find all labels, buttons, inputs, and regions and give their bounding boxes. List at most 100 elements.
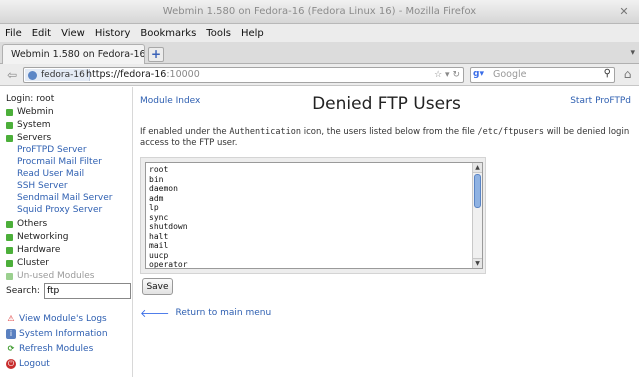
category-hardware[interactable]: Hardware <box>6 245 60 255</box>
return-label: Return to main menu <box>175 308 272 318</box>
url-dropdown-chevron-down-icon[interactable]: ▾ <box>445 70 450 80</box>
category-bullet-icon <box>6 259 13 267</box>
tab-strip: Webmin 1.580 on Fedora-16 (F... + ▾ <box>0 42 639 64</box>
category-servers[interactable]: Servers <box>6 133 51 143</box>
action-label: System Information <box>19 329 108 339</box>
url-port: :10000 <box>166 69 200 80</box>
category-label: Hardware <box>17 245 61 255</box>
menu-file[interactable]: File <box>5 28 22 39</box>
menu-tools[interactable]: Tools <box>206 28 231 39</box>
left-arrow-icon: 🡐 <box>140 307 170 320</box>
menu-view[interactable]: View <box>61 28 85 39</box>
logout-link[interactable]: ⏻ Logout <box>6 359 50 369</box>
module-link-read-user-mail[interactable]: Read User Mail <box>17 169 84 179</box>
url-text: https://fedora-16:10000 <box>86 68 200 82</box>
category-unused-modules[interactable]: Un-used Modules <box>6 271 94 281</box>
tab-title: Webmin 1.580 on Fedora-16 (F... <box>11 49 145 60</box>
close-window-icon[interactable]: ✕ <box>617 5 631 19</box>
window-title: Webmin 1.580 on Fedora-16 (Fedora Linux … <box>162 6 477 17</box>
category-bullet-icon <box>6 233 13 241</box>
module-link-proftpd[interactable]: ProFTPD Server <box>17 145 87 155</box>
category-label: Cluster <box>17 258 49 268</box>
search-bar[interactable]: g▾ Google ⚲ <box>470 67 615 83</box>
reload-icon[interactable]: ↻ <box>452 70 460 80</box>
textarea-scrollbar[interactable]: ▲ ▼ <box>472 163 482 268</box>
info-icon: i <box>6 329 16 339</box>
action-label: View Module's Logs <box>19 314 107 324</box>
category-bullet-icon <box>6 121 13 129</box>
scroll-up-icon[interactable]: ▲ <box>473 163 482 173</box>
warning-icon: ⚠ <box>7 314 15 323</box>
back-arrow-icon[interactable]: ⇦ <box>4 67 20 83</box>
refresh-icon: ⟳ <box>7 344 15 353</box>
module-link-sendmail[interactable]: Sendmail Mail Server <box>17 193 112 203</box>
desc-part-1: If enabled under the <box>140 127 230 137</box>
url-host: https://fedora-16 <box>86 69 167 80</box>
action-label: Logout <box>19 359 50 369</box>
search-placeholder: Google <box>493 69 527 80</box>
module-search-input[interactable] <box>43 283 131 299</box>
main-content: Denied FTP Users Module Index Start ProF… <box>134 87 639 377</box>
module-link-procmail[interactable]: Procmail Mail Filter <box>17 157 102 167</box>
action-label: Refresh Modules <box>19 344 94 354</box>
url-bar[interactable]: fedora-16 https://fedora-16:10000 ☆ ▾ ↻ <box>23 67 464 83</box>
tab-webmin[interactable]: Webmin 1.580 on Fedora-16 (F... <box>2 44 145 64</box>
category-label: Networking <box>17 232 69 242</box>
category-bullet-icon <box>6 108 13 116</box>
new-tab-button[interactable]: + <box>148 47 164 62</box>
scrollbar-thumb[interactable] <box>474 174 481 208</box>
refresh-modules-link[interactable]: ⟳ Refresh Modules <box>6 344 94 354</box>
module-index-link[interactable]: Module Index <box>140 96 200 106</box>
search-magnifier-icon[interactable]: ⚲ <box>604 68 611 79</box>
save-button[interactable]: Save <box>142 278 173 295</box>
page-description: If enabled under the Authentication icon… <box>140 127 635 149</box>
category-label: System <box>17 120 51 130</box>
module-search: Search: <box>6 283 131 299</box>
search-label: Search: <box>6 286 40 296</box>
menu-bookmarks[interactable]: Bookmarks <box>140 28 196 39</box>
menu-help[interactable]: Help <box>241 28 264 39</box>
page-title: Denied FTP Users <box>312 94 461 114</box>
menu-edit[interactable]: Edit <box>32 28 51 39</box>
menu-bar: File Edit View History Bookmarks Tools H… <box>0 24 639 42</box>
view-module-logs-link[interactable]: ⚠ View Module's Logs <box>6 314 107 324</box>
google-engine-icon[interactable]: g▾ <box>473 69 489 81</box>
category-others[interactable]: Others <box>6 219 47 229</box>
category-system[interactable]: System <box>6 120 51 130</box>
logout-icon: ⏻ <box>6 359 16 369</box>
menu-history[interactable]: History <box>95 28 131 39</box>
globe-icon <box>28 70 37 80</box>
denied-users-text[interactable]: root bin daemon adm lp sync shutdown hal… <box>149 165 188 268</box>
navigation-bar: ⇦ fedora-16 https://fedora-16:10000 ☆ ▾ … <box>0 64 639 86</box>
category-bullet-icon <box>6 134 13 142</box>
category-label: Servers <box>17 133 52 143</box>
system-information-link[interactable]: i System Information <box>6 329 108 339</box>
site-identity-button[interactable]: fedora-16 <box>25 69 90 81</box>
home-icon[interactable]: ⌂ <box>620 67 635 82</box>
scroll-down-icon[interactable]: ▼ <box>473 258 482 268</box>
desc-part-2: icon, the users listed below from the fi… <box>301 127 478 137</box>
module-link-squid[interactable]: Squid Proxy Server <box>17 205 102 215</box>
url-bar-icons: ☆ ▾ ↻ <box>434 68 460 82</box>
denied-users-textarea[interactable]: root bin daemon adm lp sync shutdown hal… <box>145 162 483 269</box>
category-label: Webmin <box>17 107 54 117</box>
login-label: Login: root <box>6 94 55 104</box>
category-webmin[interactable]: Webmin <box>6 107 54 117</box>
site-identity-label: fedora-16 <box>41 70 85 80</box>
bookmark-star-icon[interactable]: ☆ <box>434 70 442 80</box>
tab-list-chevron-down-icon[interactable]: ▾ <box>630 48 635 58</box>
webmin-sidebar: Login: root Webmin System Servers ProFTP… <box>0 87 133 377</box>
category-bullet-icon <box>6 246 13 254</box>
return-to-main-menu-link[interactable]: 🡐 Return to main menu <box>140 306 271 320</box>
start-proftpd-link[interactable]: Start ProFTPd <box>570 96 631 106</box>
category-label: Un-used Modules <box>17 271 95 281</box>
desc-file-path: /etc/ftpusers <box>477 127 545 137</box>
category-label: Others <box>17 219 48 229</box>
category-bullet-icon <box>6 220 13 228</box>
users-panel: root bin daemon adm lp sync shutdown hal… <box>140 157 486 274</box>
module-link-ssh[interactable]: SSH Server <box>17 181 68 191</box>
category-cluster[interactable]: Cluster <box>6 258 49 268</box>
category-networking[interactable]: Networking <box>6 232 69 242</box>
category-bullet-icon <box>6 272 13 280</box>
desc-authentication: Authentication <box>229 127 302 137</box>
